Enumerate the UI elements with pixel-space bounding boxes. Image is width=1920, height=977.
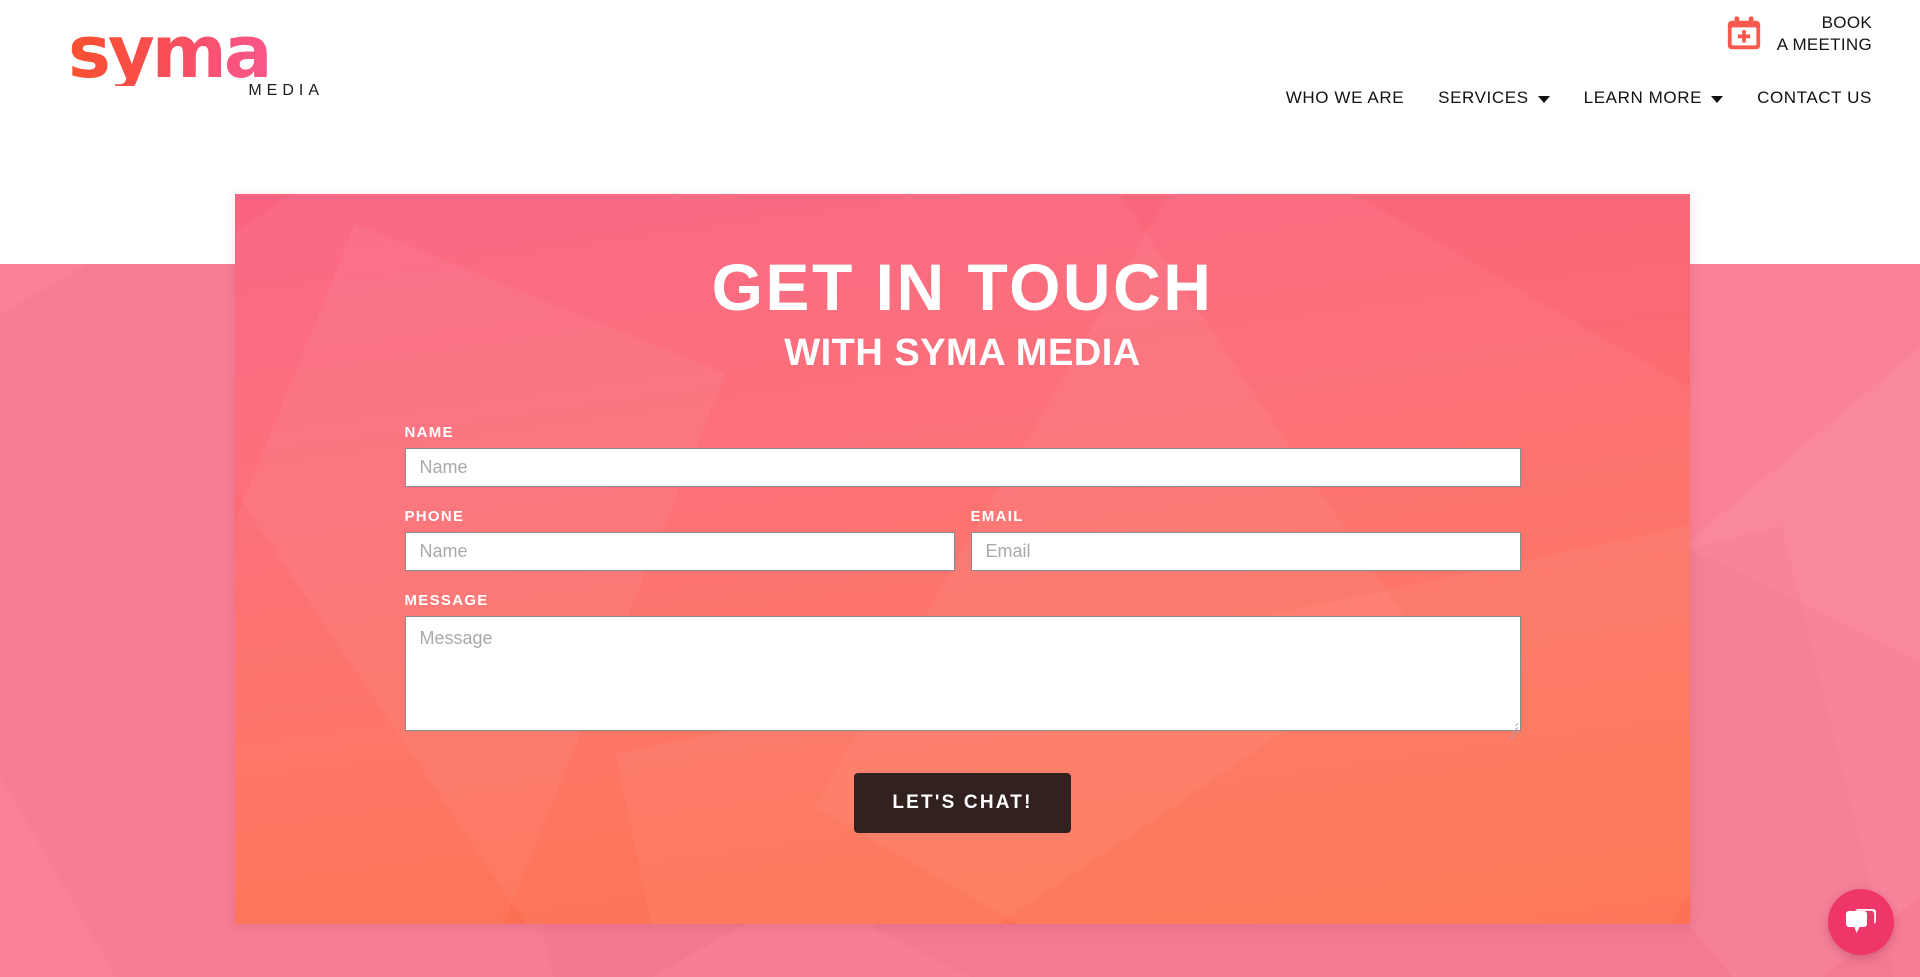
page-title: GET IN TOUCH: [711, 250, 1214, 324]
calendar-plus-icon: [1725, 15, 1763, 53]
chat-bubbles-icon: [1843, 905, 1879, 939]
message-textarea[interactable]: [404, 616, 1521, 732]
nav-label: LEARN MORE: [1583, 88, 1703, 107]
message-label: MESSAGE: [404, 592, 489, 610]
nav-label: WHO WE ARE: [1285, 88, 1405, 107]
book-a-meeting-button[interactable]: BOOK A MEETING: [1725, 12, 1872, 56]
chat-widget-button[interactable]: [1828, 889, 1894, 955]
chevron-down-icon: [1537, 96, 1550, 103]
name-input[interactable]: [404, 448, 1521, 488]
nav-item-contact-us[interactable]: CONTACT US: [1757, 88, 1872, 108]
book-a-meeting-text: BOOK A MEETING: [1777, 12, 1872, 56]
phone-input[interactable]: [404, 532, 955, 572]
submit-row: LET'S CHAT!: [405, 773, 1521, 834]
nav-item-learn-more[interactable]: LEARN MORE: [1583, 88, 1724, 108]
contact-card: GET IN TOUCH WITH SYMA MEDIA NAME PHONE …: [235, 194, 1690, 924]
lets-chat-submit-button[interactable]: LET'S CHAT!: [854, 773, 1071, 834]
email-label: EMAIL: [970, 508, 1024, 526]
book-meeting-line2: A MEETING: [1776, 34, 1872, 54]
logo-wordmark: syma: [68, 16, 328, 88]
page-subtitle: WITH SYMA MEDIA: [784, 332, 1141, 375]
main-navigation: WHO WE ARE SERVICES LEARN MORE CONTACT U…: [1286, 88, 1872, 108]
email-input[interactable]: [970, 532, 1521, 572]
nav-label: SERVICES: [1438, 88, 1529, 107]
nav-item-services[interactable]: SERVICES: [1438, 88, 1550, 108]
phone-label: PHONE: [404, 508, 465, 526]
phone-email-row: PHONE EMAIL: [404, 508, 1521, 572]
email-field-block: EMAIL: [970, 508, 1521, 572]
name-label: NAME: [404, 424, 454, 442]
contact-form: NAME PHONE EMAIL MESSAGE: [404, 424, 1521, 834]
phone-field-block: PHONE: [404, 508, 955, 572]
chevron-down-icon: [1711, 96, 1724, 103]
site-logo[interactable]: syma MEDIA: [68, 16, 328, 100]
message-field-block: MESSAGE: [404, 592, 1521, 741]
nav-label: CONTACT US: [1757, 88, 1872, 107]
name-field-block: NAME: [404, 424, 1521, 488]
book-meeting-line1: BOOK: [1821, 13, 1872, 32]
nav-item-who-we-are[interactable]: WHO WE ARE: [1286, 88, 1404, 108]
